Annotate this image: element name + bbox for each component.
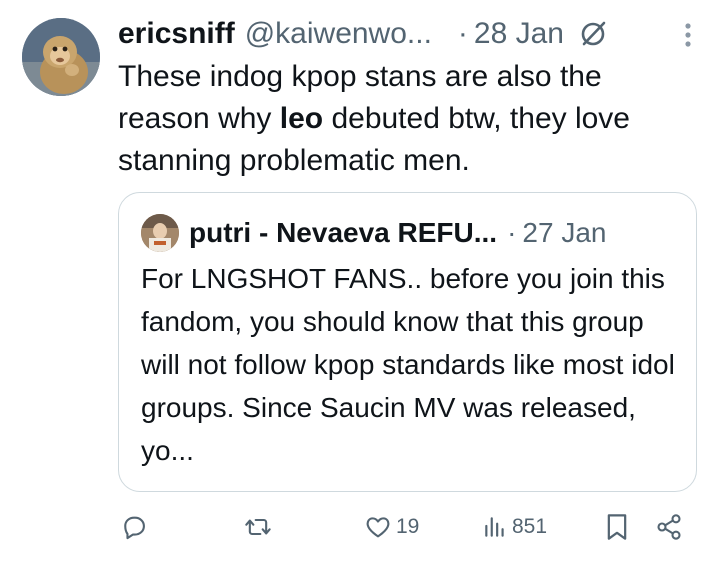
views-button[interactable]: 851 <box>482 513 547 541</box>
reply-icon <box>124 516 145 540</box>
share-button[interactable] <box>655 513 683 541</box>
quoted-tweet[interactable]: putri - Nevaeva REFU... · 27 Jan For LNG… <box>118 192 697 492</box>
tweet-date[interactable]: 28 Jan <box>474 17 564 51</box>
monkey-avatar-image <box>22 18 100 96</box>
quoted-separator-dot: · <box>507 217 517 248</box>
tweet-text-bold: leo <box>279 102 324 135</box>
retweet-icon <box>245 518 271 536</box>
author-avatar[interactable] <box>22 18 100 96</box>
quoted-author-name[interactable]: putri - Nevaeva REFU... <box>189 217 497 249</box>
tweet-actions-bar: 19 851 <box>0 505 720 549</box>
views-icon <box>485 517 504 537</box>
tweet-text: These indog kpop stans are also the reas… <box>118 56 698 182</box>
author-name[interactable]: ericsniff <box>118 17 235 51</box>
view-count: 851 <box>512 515 548 538</box>
reply-button[interactable] <box>120 513 148 541</box>
separator-dot: · <box>457 17 468 50</box>
retweet-button[interactable] <box>243 513 273 541</box>
quoted-tweet-date[interactable]: 27 Jan <box>522 217 606 249</box>
grok-icon[interactable] <box>578 19 608 49</box>
tweet-header: ericsniff @kaiwenwo... · 28 Jan <box>118 12 708 56</box>
like-button[interactable]: 19 <box>364 513 419 541</box>
quoted-tweet-text: For LNGSHOT FANS.. before you join this … <box>141 263 675 466</box>
bookmark-button[interactable] <box>605 513 629 541</box>
author-handle[interactable]: @kaiwenwo... <box>245 17 432 51</box>
share-icon <box>657 514 681 540</box>
heart-icon <box>366 517 390 538</box>
like-count: 19 <box>396 515 420 538</box>
quoted-tweet-header: putri - Nevaeva REFU... · 27 Jan <box>141 213 607 253</box>
more-options-icon[interactable] <box>684 22 692 53</box>
quoted-avatar-image <box>141 214 179 252</box>
bookmark-icon <box>607 514 627 540</box>
quoted-author-avatar <box>141 214 179 252</box>
